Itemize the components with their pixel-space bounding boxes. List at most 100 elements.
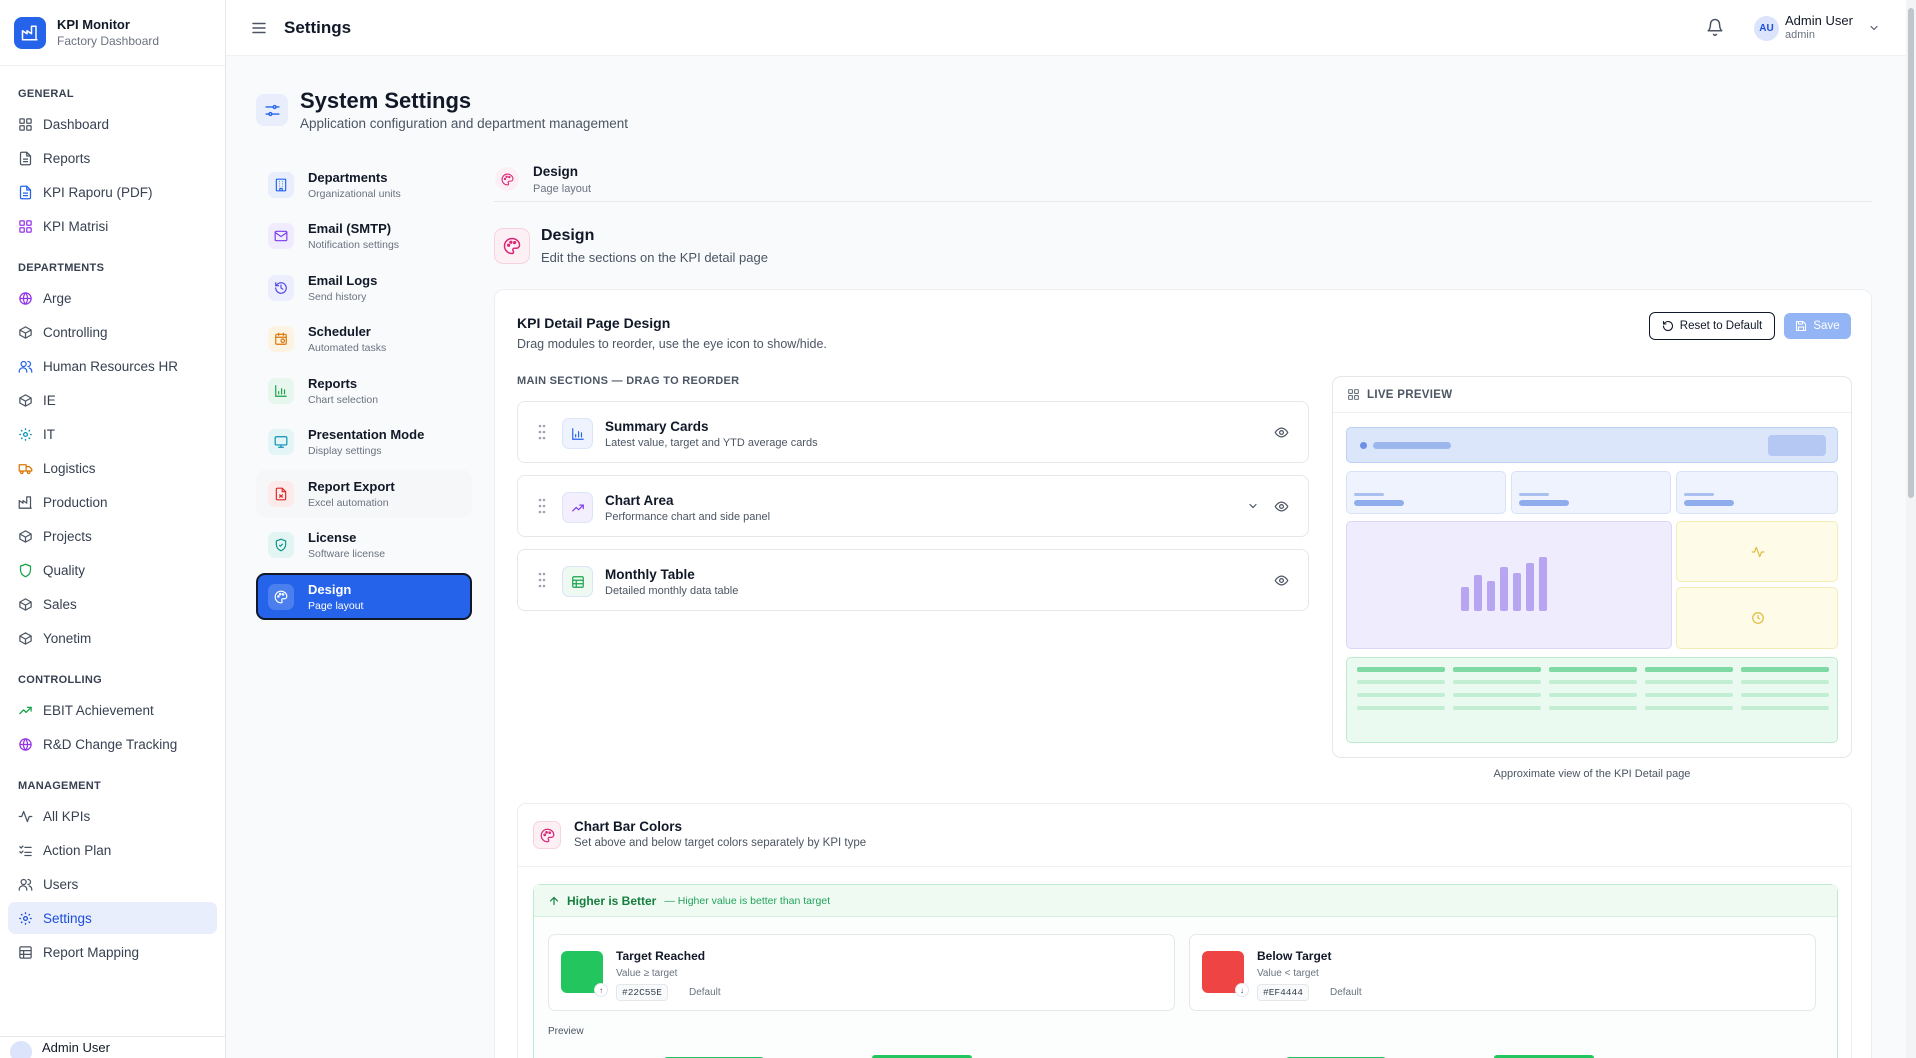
preview-table-cell bbox=[1741, 680, 1829, 684]
activity-icon bbox=[18, 809, 33, 824]
preview-bar bbox=[1684, 493, 1714, 496]
sidebar-item-production[interactable]: Production bbox=[8, 486, 217, 518]
reset-label: Reset to Default bbox=[1679, 320, 1763, 332]
settings-menu-license[interactable]: License Software license bbox=[256, 522, 472, 569]
brand[interactable]: KPI Monitor Factory Dashboard bbox=[0, 0, 225, 66]
sidebar-item-settings[interactable]: Settings bbox=[8, 902, 217, 934]
chevron-down-icon[interactable] bbox=[1868, 22, 1880, 34]
grip-vertical-icon[interactable] bbox=[538, 424, 546, 440]
sidebar-item-action-plan[interactable]: Action Plan bbox=[8, 834, 217, 866]
user-name[interactable]: Admin User bbox=[1785, 13, 1853, 28]
sidebar: KPI Monitor Factory Dashboard GENERAL Das… bbox=[0, 0, 226, 1058]
settings-menu-email-smtp[interactable]: Email (SMTP) Notification settings bbox=[256, 213, 472, 260]
bell-icon[interactable] bbox=[1706, 18, 1724, 36]
user-role: admin bbox=[1785, 29, 1815, 41]
sidebar-item-all-kpis[interactable]: All KPIs bbox=[8, 800, 217, 832]
file-export-icon bbox=[274, 487, 288, 501]
grip-vertical-icon[interactable] bbox=[538, 498, 546, 514]
settings-menu-report-export[interactable]: Report Export Excel automation bbox=[256, 470, 472, 517]
sidebar-user[interactable]: Admin User bbox=[0, 1036, 226, 1058]
user-avatar[interactable]: AU bbox=[1754, 16, 1779, 41]
below-target-color: ↓ Below Target Value < target #EF4444 De… bbox=[1189, 934, 1816, 1011]
module-title: Monthly Table bbox=[605, 567, 695, 582]
settings-menu-email-logs[interactable]: Email Logs Send history bbox=[256, 264, 472, 311]
higher-is-better-panel: Higher is Better — Higher value is bette… bbox=[533, 884, 1838, 1058]
sidebar-item-kpi-matrisi[interactable]: KPI Matrisi bbox=[8, 210, 217, 242]
monitor-icon-badge bbox=[268, 429, 294, 455]
sidebar-item-reports[interactable]: Reports bbox=[8, 142, 217, 174]
sidebar-item-report-mapping[interactable]: Report Mapping bbox=[8, 936, 217, 968]
sidebar-item-users[interactable]: Users bbox=[8, 868, 217, 900]
sidebar-item-it[interactable]: IT bbox=[8, 418, 217, 450]
building-icon-badge bbox=[268, 171, 294, 198]
settings-menu-scheduler[interactable]: Scheduler Automated tasks bbox=[256, 316, 472, 363]
card-subtitle: Drag modules to reorder, use the eye ico… bbox=[517, 337, 827, 351]
sidebar-item-controlling[interactable]: Controlling bbox=[8, 316, 217, 348]
preview-table-cell bbox=[1549, 693, 1637, 697]
sidebar-item-r-d-change-tracking[interactable]: R&D Change Tracking bbox=[8, 728, 217, 760]
settings-menu-reports[interactable]: Reports Chart selection bbox=[256, 367, 472, 414]
nav-section-management: MANAGEMENT bbox=[18, 780, 102, 792]
nav-section-general: GENERAL bbox=[18, 88, 74, 100]
sidebar-item-sales[interactable]: Sales bbox=[8, 588, 217, 620]
chart-bar-colors-title: Chart Bar Colors bbox=[574, 819, 683, 834]
scrollbar-thumb[interactable] bbox=[1908, 8, 1914, 498]
eye-icon[interactable] bbox=[1274, 573, 1289, 588]
chart-bar-colors-header: Chart Bar Colors Set above and below tar… bbox=[518, 804, 1851, 867]
settings-menu-presentation-mode[interactable]: Presentation Mode Display settings bbox=[256, 419, 472, 466]
preview-bar bbox=[1519, 493, 1549, 496]
module-title: Summary Cards bbox=[605, 419, 709, 434]
preview-table-cell bbox=[1645, 706, 1733, 710]
module-summary-cards[interactable]: Summary Cards Latest value, target and YT… bbox=[517, 401, 1309, 463]
preview-chart-bar bbox=[1474, 575, 1482, 611]
file-text-icon bbox=[18, 185, 33, 200]
chart-bar-colors-card: Chart Bar Colors Set above and below tar… bbox=[517, 803, 1852, 1058]
eye-icon[interactable] bbox=[1274, 499, 1289, 514]
chevron-down-icon[interactable] bbox=[1247, 500, 1259, 512]
sidebar-item-dashboard[interactable]: Dashboard bbox=[8, 108, 217, 140]
sidebar-item-yonetim[interactable]: Yonetim bbox=[8, 622, 217, 654]
activity-icon bbox=[1751, 545, 1765, 559]
arrow-down-icon: ↓ bbox=[1235, 983, 1249, 997]
sidebar-item-ie[interactable]: IE bbox=[8, 384, 217, 416]
design-card: KPI Detail Page Design Drag modules to r… bbox=[494, 289, 1872, 1058]
module-chart-area[interactable]: Chart Area Performance chart and side pan… bbox=[517, 475, 1309, 537]
card-title: KPI Detail Page Design bbox=[517, 315, 671, 331]
globe-icon bbox=[18, 737, 33, 752]
settings-menu-departments[interactable]: Departments Organizational units bbox=[256, 161, 472, 208]
target-reached-hex[interactable]: #22C55E bbox=[616, 984, 668, 1001]
settings-menu: Departments Organizational units Email (SM… bbox=[256, 161, 472, 625]
preview-chart-bar bbox=[1500, 567, 1508, 611]
save-button[interactable]: Save bbox=[1784, 313, 1851, 339]
grip-vertical-icon[interactable] bbox=[538, 572, 546, 588]
mail-icon bbox=[274, 229, 288, 243]
preview-table-cell bbox=[1453, 706, 1541, 710]
sidebar-item-kpi-raporu-pdf[interactable]: KPI Raporu (PDF) bbox=[8, 176, 217, 208]
sidebar-item-quality[interactable]: Quality bbox=[8, 554, 217, 586]
preview-chart-bar bbox=[1539, 557, 1547, 611]
settings-menu-subtitle: Notification settings bbox=[308, 239, 400, 251]
sidebar-item-ebit-achievement[interactable]: EBIT Achievement bbox=[8, 694, 217, 726]
app-subtitle: Factory Dashboard bbox=[57, 34, 160, 48]
higher-is-better-title: Higher is Better bbox=[567, 893, 657, 908]
preview-chart-bar bbox=[1526, 563, 1534, 611]
sidebar-item-projects[interactable]: Projects bbox=[8, 520, 217, 552]
sidebar-item-arge[interactable]: Arge bbox=[8, 282, 217, 314]
eye-icon[interactable] bbox=[1274, 425, 1289, 440]
sidebar-item-human-resources-hr[interactable]: Human Resources HR bbox=[8, 350, 217, 382]
module-monthly-table[interactable]: Monthly Table Detailed monthly data table bbox=[517, 549, 1309, 611]
preview-table-cell bbox=[1549, 667, 1637, 672]
sidebar-item-label: KPI Matrisi bbox=[43, 218, 109, 234]
page-scrollbar[interactable] bbox=[1906, 0, 1916, 1058]
sidebar-user-name: Admin User bbox=[42, 1040, 110, 1055]
sidebar-item-logistics[interactable]: Logistics bbox=[8, 452, 217, 484]
preview-table-cell bbox=[1357, 680, 1445, 684]
menu-icon[interactable] bbox=[250, 19, 268, 37]
history-icon-badge bbox=[268, 274, 294, 301]
preview-chart-area bbox=[1346, 521, 1672, 649]
below-target-hex[interactable]: #EF4444 bbox=[1257, 984, 1309, 1001]
reset-to-default-button[interactable]: Reset to Default bbox=[1649, 312, 1775, 340]
trending-up-icon-badge bbox=[562, 492, 593, 523]
settings-menu-design[interactable]: Design Page layout bbox=[256, 573, 472, 620]
preview-caption: Approximate view of the KPI Detail page bbox=[1493, 768, 1691, 780]
